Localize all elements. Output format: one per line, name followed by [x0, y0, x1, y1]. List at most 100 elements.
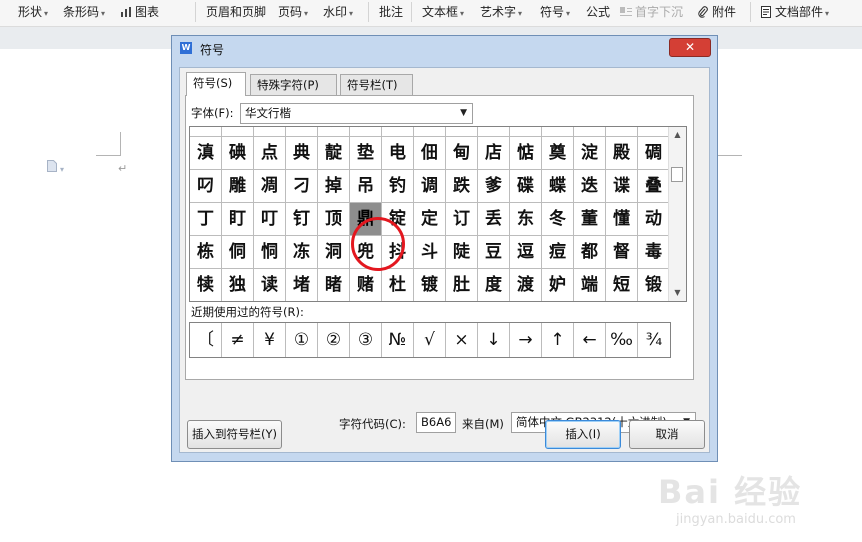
- symbol-cell[interactable]: 镀: [414, 269, 446, 301]
- insert-to-symbol-bar-button[interactable]: 插入到符号栏(Y): [187, 420, 282, 449]
- symbol-cell[interactable]: 涂: [222, 127, 254, 137]
- shapes-button[interactable]: 形状 ▾: [18, 3, 48, 21]
- symbol-cell[interactable]: 睹: [318, 269, 350, 301]
- symbol-cell[interactable]: 蚍: [382, 127, 414, 137]
- symbol-button[interactable]: 符号 ▾: [540, 3, 570, 21]
- recent-symbol-cell[interactable]: √: [414, 323, 446, 357]
- symbol-cell[interactable]: 稚: [254, 127, 286, 137]
- symbol-cell[interactable]: 淀: [574, 137, 606, 170]
- recent-symbol-cell[interactable]: ¾: [638, 323, 670, 357]
- symbol-cell[interactable]: 冬: [542, 203, 574, 236]
- symbol-cell[interactable]: 痘: [542, 236, 574, 269]
- insert-button[interactable]: 插入(I): [545, 420, 621, 449]
- symbol-cell[interactable]: 抵: [318, 127, 350, 137]
- symbol-grid-scrollbar[interactable]: ▲ ▼: [668, 127, 686, 301]
- watermark-button[interactable]: 水印 ▾: [323, 3, 353, 21]
- symbol-cell[interactable]: 督: [606, 236, 638, 269]
- document-parts-button[interactable]: 文档部件 ▾: [760, 3, 829, 21]
- symbol-cell[interactable]: 顶: [318, 203, 350, 236]
- recent-symbol-cell[interactable]: ‰: [606, 323, 638, 357]
- header-footer-button[interactable]: 页眉和页脚: [206, 3, 266, 21]
- symbol-cell[interactable]: 凋: [254, 170, 286, 203]
- symbol-cell[interactable]: 雕: [222, 170, 254, 203]
- symbol-cell[interactable]: 毒: [638, 236, 670, 269]
- recent-symbol-cell[interactable]: ×: [446, 323, 478, 357]
- recent-symbol-cell[interactable]: №: [382, 323, 414, 357]
- recent-symbol-cell[interactable]: ←: [574, 323, 606, 357]
- symbol-cell[interactable]: 甸: [446, 137, 478, 170]
- symbol-cell[interactable]: 董: [574, 203, 606, 236]
- symbol-cell[interactable]: 店: [478, 137, 510, 170]
- recent-symbol-cell[interactable]: ¥: [254, 323, 286, 357]
- symbol-grid[interactable]: 秋涂稚驹抵底蚍帝弟弟帝递缔颠掂滇碘点典靛垫电佃甸店惦奠淀殿碉叼雕凋刁掉吊钓调跌爹…: [189, 126, 687, 302]
- symbol-cell[interactable]: 弟: [446, 127, 478, 137]
- symbol-cell[interactable]: 碉: [638, 137, 670, 170]
- wordart-button[interactable]: 艺术字 ▾: [480, 3, 522, 21]
- recent-symbol-cell[interactable]: →: [510, 323, 542, 357]
- recent-symbol-cell[interactable]: ②: [318, 323, 350, 357]
- symbol-cell[interactable]: 犊: [190, 269, 222, 301]
- symbol-cell[interactable]: 盯: [222, 203, 254, 236]
- symbol-cell[interactable]: 弟: [478, 127, 510, 137]
- symbol-cell[interactable]: 杜: [382, 269, 414, 301]
- symbol-cell[interactable]: 冻: [286, 236, 318, 269]
- page-number-button[interactable]: 页码 ▾: [278, 3, 308, 21]
- recent-symbols-bar[interactable]: 〔 ≠ ¥ ① ② ③ № √ × ↓ → ↑ ← ‰ ¾: [189, 322, 671, 358]
- symbol-cell[interactable]: 调: [414, 170, 446, 203]
- document-icon[interactable]: ▾: [47, 160, 64, 175]
- symbol-cell[interactable]: 点: [254, 137, 286, 170]
- dialog-titlebar[interactable]: W 符号 ✕: [172, 36, 717, 61]
- char-code-input[interactable]: B6A6: [416, 412, 456, 433]
- symbol-cell[interactable]: 丁: [190, 203, 222, 236]
- symbol-cell[interactable]: 蝶: [542, 170, 574, 203]
- symbol-cell[interactable]: 堵: [286, 269, 318, 301]
- symbol-cell[interactable]: 渡: [510, 269, 542, 301]
- cancel-button[interactable]: 取消: [629, 420, 705, 449]
- close-button[interactable]: ✕: [669, 38, 711, 57]
- chart-button[interactable]: 图表: [120, 3, 159, 21]
- symbol-cell[interactable]: 钓: [382, 170, 414, 203]
- symbol-cell[interactable]: 惦: [510, 137, 542, 170]
- symbol-cell[interactable]: 赌: [350, 269, 382, 301]
- symbol-cell[interactable]: 锻: [638, 269, 670, 301]
- comment-button[interactable]: 批注: [379, 3, 403, 21]
- tab-symbol-bar[interactable]: 符号栏(T): [340, 74, 413, 95]
- symbol-cell[interactable]: 钉: [286, 203, 318, 236]
- symbol-cell[interactable]: 递: [542, 127, 574, 137]
- symbol-cell[interactable]: 度: [478, 269, 510, 301]
- symbol-cell[interactable]: 读: [254, 269, 286, 301]
- symbol-cell[interactable]: 电: [382, 137, 414, 170]
- symbol-cell[interactable]: 刁: [286, 170, 318, 203]
- symbol-cell[interactable]: 洞: [318, 236, 350, 269]
- symbol-cell[interactable]: 帝: [510, 127, 542, 137]
- symbol-cell[interactable]: 秋: [190, 127, 222, 137]
- symbol-cell[interactable]: 叠: [638, 170, 670, 203]
- symbol-cell[interactable]: 跌: [446, 170, 478, 203]
- symbol-cell[interactable]: 殿: [606, 137, 638, 170]
- symbol-cell[interactable]: 碟: [510, 170, 542, 203]
- scroll-down-icon[interactable]: ▼: [669, 285, 686, 301]
- symbol-cell[interactable]: 恫: [254, 236, 286, 269]
- symbol-cell[interactable]: 端: [574, 269, 606, 301]
- font-select[interactable]: 华文行楷 ▼: [240, 103, 473, 124]
- symbol-cell[interactable]: 颠: [606, 127, 638, 137]
- tab-symbols[interactable]: 符号(S): [186, 72, 246, 96]
- symbol-cell[interactable]: 谍: [606, 170, 638, 203]
- tab-special-chars[interactable]: 特殊字符(P): [250, 74, 337, 95]
- symbol-cell[interactable]: 短: [606, 269, 638, 301]
- scroll-thumb[interactable]: [671, 167, 683, 182]
- symbol-cell[interactable]: 滇: [190, 137, 222, 170]
- symbol-cell[interactable]: 驹: [286, 127, 318, 137]
- symbol-cell[interactable]: 栋: [190, 236, 222, 269]
- symbol-cell[interactable]: 叮: [254, 203, 286, 236]
- symbol-cell[interactable]: 缔: [574, 127, 606, 137]
- attachment-button[interactable]: 附件: [697, 3, 736, 21]
- symbol-cell[interactable]: 懂: [606, 203, 638, 236]
- symbol-cell[interactable]: 碘: [222, 137, 254, 170]
- formula-button[interactable]: 公式: [586, 3, 610, 21]
- recent-symbol-cell[interactable]: ①: [286, 323, 318, 357]
- symbol-grid-cells[interactable]: 秋涂稚驹抵底蚍帝弟弟帝递缔颠掂滇碘点典靛垫电佃甸店惦奠淀殿碉叼雕凋刁掉吊钓调跌爹…: [190, 127, 670, 301]
- scroll-up-icon[interactable]: ▲: [669, 127, 686, 143]
- symbol-cell[interactable]: 叼: [190, 170, 222, 203]
- recent-symbol-cell[interactable]: ↓: [478, 323, 510, 357]
